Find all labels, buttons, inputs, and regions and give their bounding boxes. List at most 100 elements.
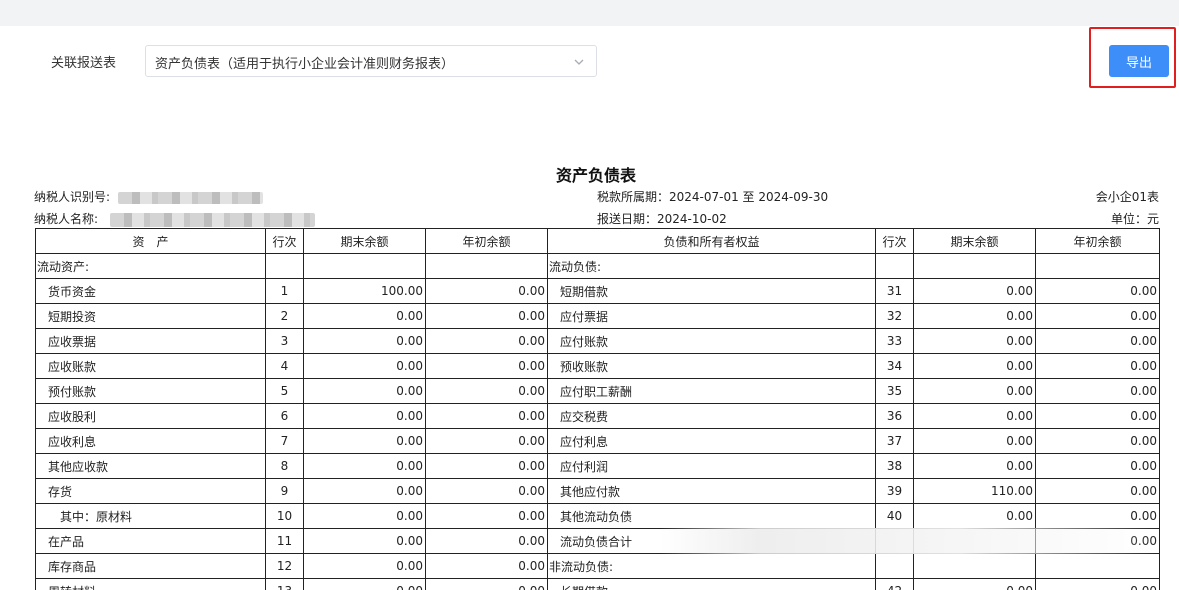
liability-begin-balance: 0.00 [1035, 503, 1160, 529]
asset-begin-balance: 0.00 [425, 453, 548, 479]
liability-line-no: 42 [875, 578, 914, 590]
table-row: 库存商品 12 0.00 0.00 非流动负债: [35, 553, 1160, 579]
asset-end-balance: 0.00 [303, 428, 426, 454]
liability-line-no: 38 [875, 453, 914, 479]
asset-name: 在产品 [35, 528, 266, 554]
asset-end-balance: 0.00 [303, 503, 426, 529]
asset-begin-balance: 0.00 [425, 328, 548, 354]
asset-begin-balance: 0.00 [425, 528, 548, 554]
asset-name: 应收账款 [35, 353, 266, 379]
header-line-no: 行次 [265, 228, 304, 254]
table-row: 预付账款 5 0.00 0.00 应付职工薪酬 35 0.00 0.00 [35, 378, 1160, 404]
asset-name: 其他应收款 [35, 453, 266, 479]
liability-end-balance [913, 553, 1036, 579]
liability-name: 流动负债: [547, 253, 876, 279]
liability-end-balance: 0.00 [913, 453, 1036, 479]
asset-end-balance: 0.00 [303, 378, 426, 404]
table-row: 应收利息 7 0.00 0.00 应付利息 37 0.00 0.00 [35, 428, 1160, 454]
report-select-value: 资产负债表（适用于执行小企业会计准则财务报表） [155, 57, 455, 72]
liability-end-balance [913, 528, 1036, 554]
asset-end-balance: 0.00 [303, 353, 426, 379]
liability-begin-balance: 0.00 [1035, 328, 1160, 354]
header-liabilities-equity: 负债和所有者权益 [547, 228, 876, 254]
header-line-no: 行次 [875, 228, 914, 254]
asset-begin-balance: 0.00 [425, 403, 548, 429]
report-select[interactable]: 资产负债表（适用于执行小企业会计准则财务报表） [145, 45, 597, 77]
asset-line-no: 13 [265, 578, 304, 590]
asset-begin-balance [425, 253, 548, 279]
asset-begin-balance: 0.00 [425, 578, 548, 590]
report-title: 资产负债表 [555, 166, 636, 185]
taxpayer-id-row: 纳税人识别号: [34, 188, 263, 205]
liability-name: 应付利息 [547, 428, 876, 454]
asset-name: 库存商品 [35, 553, 266, 579]
liability-begin-balance: 0.00 [1035, 578, 1160, 590]
liability-begin-balance: 0.00 [1035, 353, 1160, 379]
liability-end-balance [913, 253, 1036, 279]
liability-name: 应交税费 [547, 403, 876, 429]
taxpayer-id-redacted [117, 191, 263, 204]
liability-name: 应付职工薪酬 [547, 378, 876, 404]
liability-end-balance: 0.00 [913, 353, 1036, 379]
asset-line-no: 6 [265, 403, 304, 429]
header-end-balance: 期末余额 [303, 228, 426, 254]
asset-begin-balance: 0.00 [425, 478, 548, 504]
header-begin-balance: 年初余额 [425, 228, 548, 254]
liability-line-no: 31 [875, 278, 914, 304]
asset-end-balance: 0.00 [303, 453, 426, 479]
unit-label: 单位：元 [1110, 212, 1159, 226]
liability-end-balance: 0.00 [913, 378, 1036, 404]
asset-name: 短期投资 [35, 303, 266, 329]
asset-begin-balance: 0.00 [425, 278, 548, 304]
asset-begin-balance: 0.00 [425, 378, 548, 404]
liability-end-balance: 0.00 [913, 578, 1036, 590]
table-header-row: 资 产 行次 期末余额 年初余额 负债和所有者权益 行次 期末余额 年初余额 [35, 228, 1160, 254]
asset-line-no: 1 [265, 278, 304, 304]
liability-begin-balance: 0.00 [1035, 378, 1160, 404]
top-bar [0, 0, 1179, 26]
liability-name: 应付票据 [547, 303, 876, 329]
table-row: 其他应收款 8 0.00 0.00 应付利润 38 0.00 0.00 [35, 453, 1160, 479]
liability-end-balance: 0.00 [913, 428, 1036, 454]
taxpayer-id-label: 纳税人识别号: [34, 190, 111, 204]
asset-begin-balance: 0.00 [425, 553, 548, 579]
liability-begin-balance: 0.00 [1035, 428, 1160, 454]
asset-end-balance: 0.00 [303, 553, 426, 579]
asset-end-balance: 0.00 [303, 578, 426, 590]
table-row: 应收股利 6 0.00 0.00 应交税费 36 0.00 0.00 [35, 403, 1160, 429]
taxpayer-name-row: 纳税人名称: [34, 210, 315, 227]
liability-line-no: 33 [875, 328, 914, 354]
table-row: 存货 9 0.00 0.00 其他应付款 39 110.00 0.00 [35, 478, 1160, 504]
asset-line-no: 4 [265, 353, 304, 379]
liability-line-no: 37 [875, 428, 914, 454]
table-row: 应收账款 4 0.00 0.00 预收账款 34 0.00 0.00 [35, 353, 1160, 379]
asset-name: 货币资金 [35, 278, 266, 304]
report-date: 报送日期：2024-10-02 [597, 212, 727, 226]
asset-name: 周转材料 [35, 578, 266, 590]
asset-begin-balance: 0.00 [425, 428, 548, 454]
form-code: 会小企01表 [1095, 190, 1159, 204]
taxpayer-name-label: 纳税人名称: [34, 212, 99, 226]
asset-end-balance [303, 253, 426, 279]
asset-line-no: 7 [265, 428, 304, 454]
export-button[interactable]: 导出 [1109, 45, 1169, 77]
table-row: 流动资产: 流动负债: [35, 253, 1160, 279]
liability-end-balance: 0.00 [913, 278, 1036, 304]
asset-end-balance: 0.00 [303, 528, 426, 554]
asset-name: 存货 [35, 478, 266, 504]
asset-end-balance: 0.00 [303, 328, 426, 354]
liability-begin-balance: 0.00 [1035, 478, 1160, 504]
liability-line-no: 40 [875, 503, 914, 529]
asset-line-no: 10 [265, 503, 304, 529]
asset-name: 流动资产: [35, 253, 266, 279]
table-row: 应收票据 3 0.00 0.00 应付账款 33 0.00 0.00 [35, 328, 1160, 354]
asset-line-no: 2 [265, 303, 304, 329]
liability-line-no [875, 553, 914, 579]
asset-begin-balance: 0.00 [425, 353, 548, 379]
liability-begin-balance: 0.00 [1035, 278, 1160, 304]
asset-end-balance: 100.00 [303, 278, 426, 304]
asset-name: 预付账款 [35, 378, 266, 404]
liability-begin-balance: 0.00 [1035, 528, 1160, 554]
asset-line-no: 9 [265, 478, 304, 504]
asset-line-no: 3 [265, 328, 304, 354]
